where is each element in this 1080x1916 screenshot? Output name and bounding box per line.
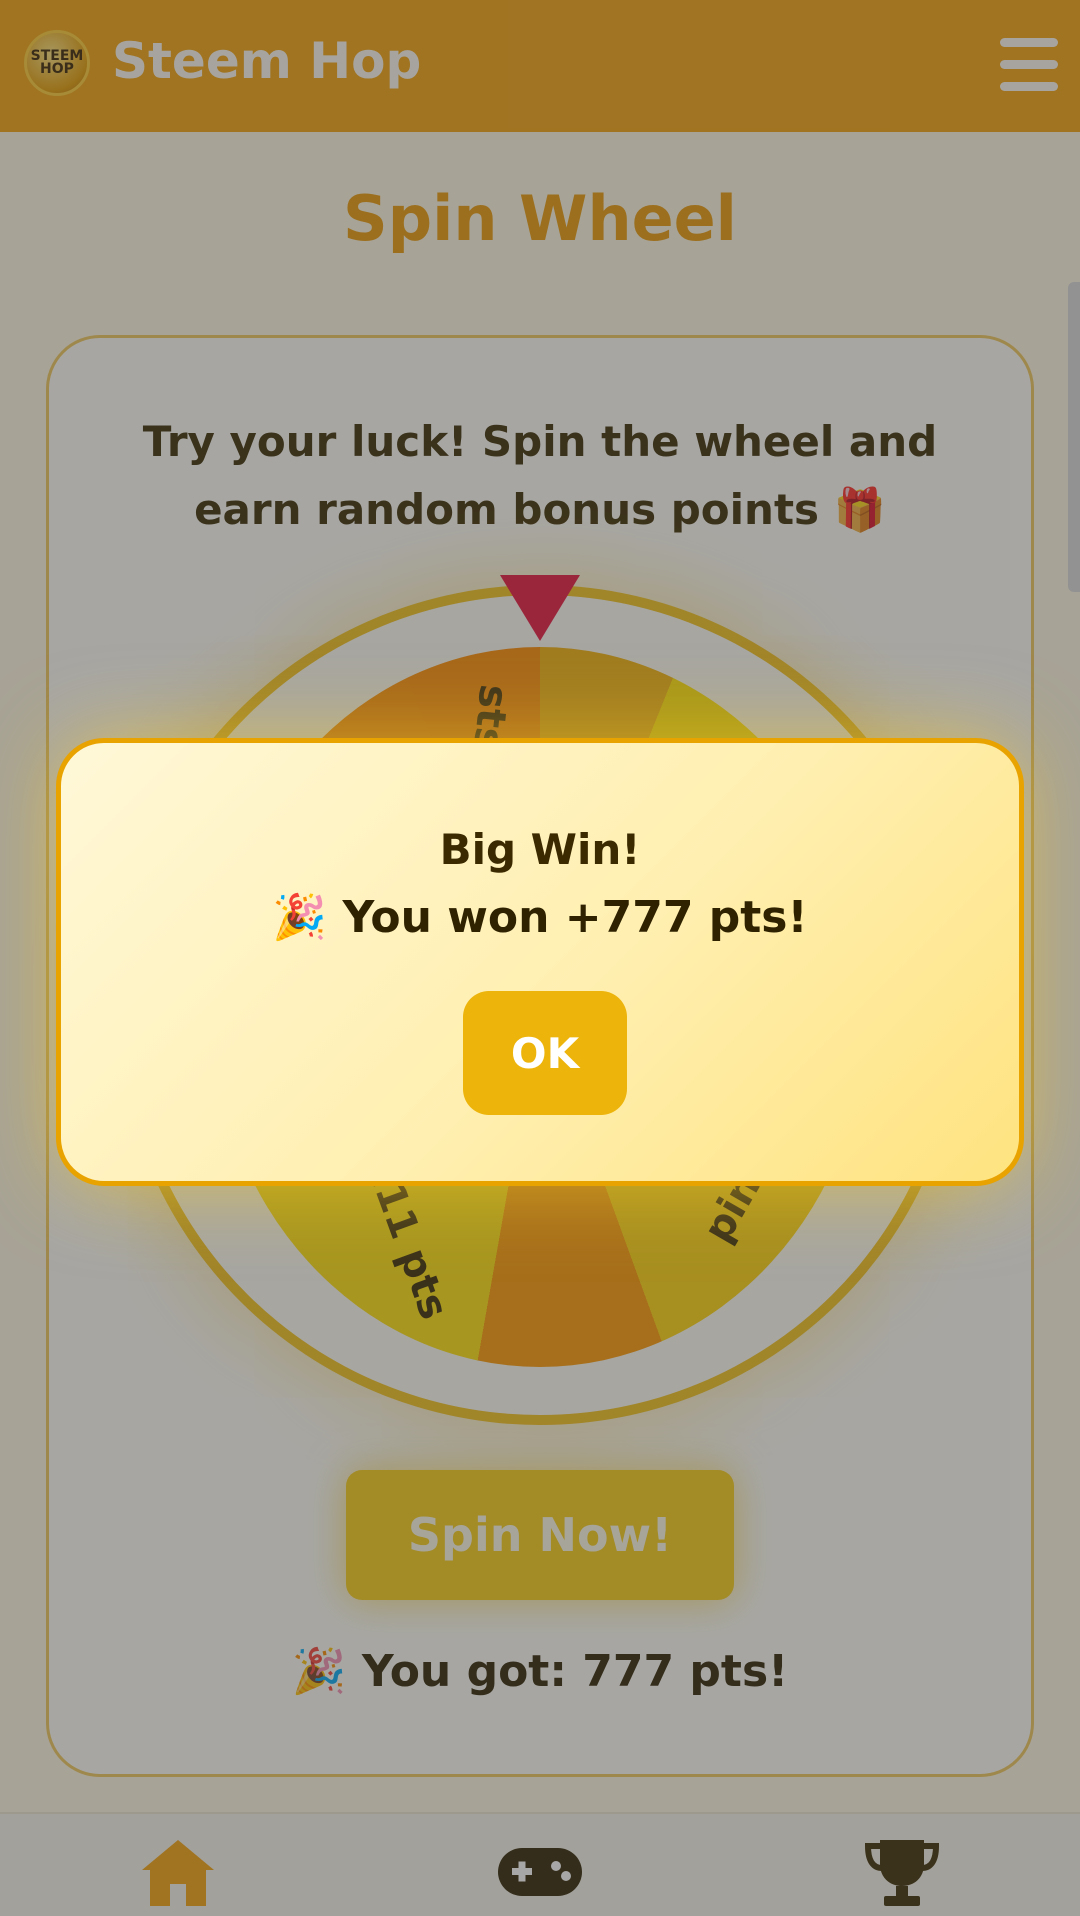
dialog-title: Big Win! <box>439 825 641 874</box>
ok-button[interactable]: OK <box>463 991 627 1115</box>
win-dialog: Big Win! 🎉 You won +777 pts! OK <box>56 738 1024 1186</box>
dialog-message: 🎉 You won +777 pts! <box>272 892 808 943</box>
